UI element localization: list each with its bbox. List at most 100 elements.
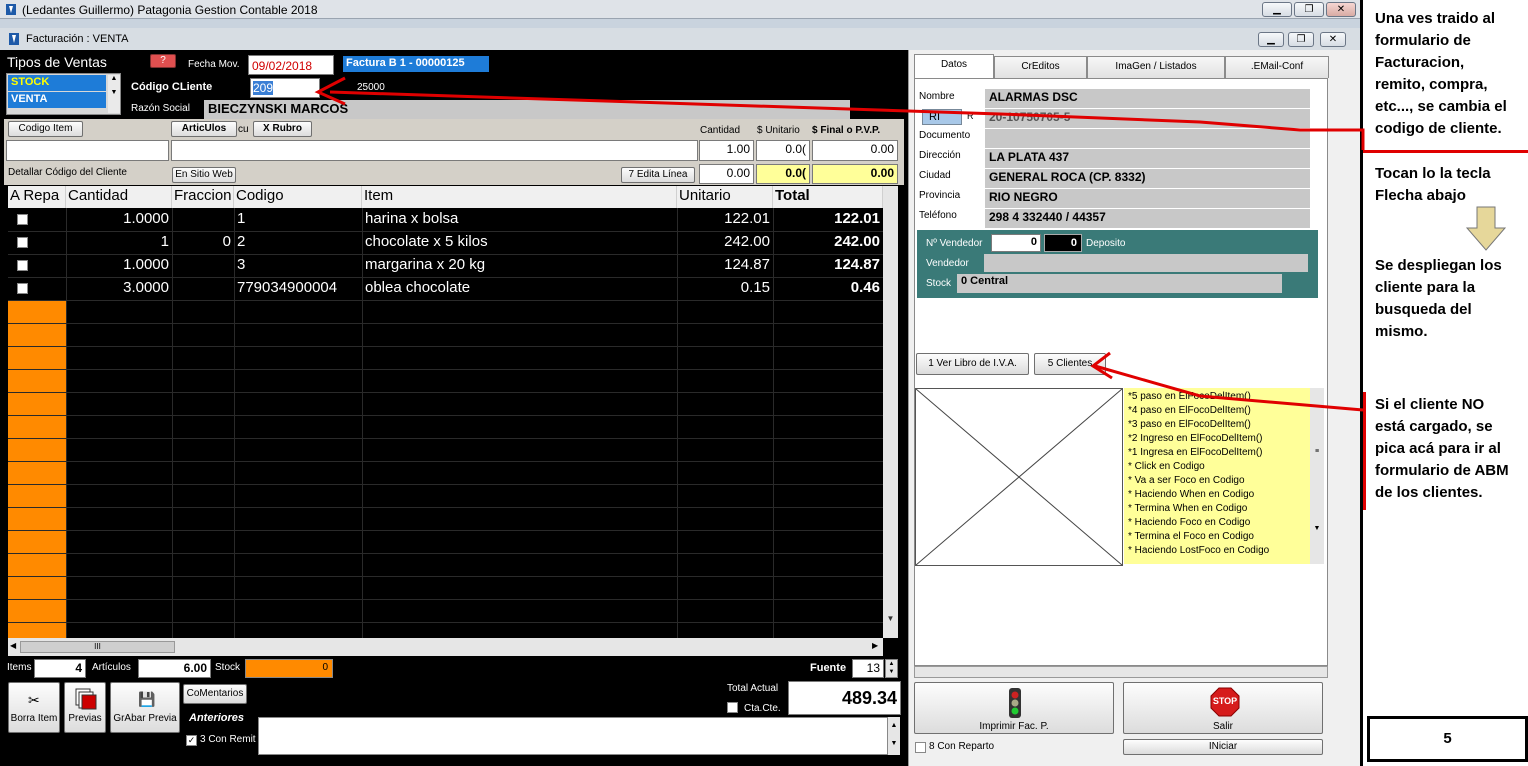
telefono-label: Teléfono: [919, 210, 957, 221]
scroll-left-icon[interactable]: ◀: [10, 641, 16, 650]
col-header-codigo[interactable]: Codigo: [234, 186, 362, 208]
help-button[interactable]: ?: [150, 54, 176, 68]
note-1-line: codigo de cliente.: [1375, 120, 1502, 137]
row-3-item: margarina x 20 kg: [365, 256, 486, 273]
col-header-fraccion[interactable]: Fraccion: [172, 186, 234, 208]
col-header-item[interactable]: Item: [362, 186, 677, 208]
row-3-checkbox[interactable]: [17, 260, 28, 271]
col-header-cantidad[interactable]: Cantidad: [66, 186, 172, 208]
tab-email-conf[interactable]: .EMail-Conf: [1225, 56, 1329, 78]
reparto-checkbox[interactable]: [915, 742, 926, 753]
stock-deposito-label: Stock: [926, 278, 952, 289]
remito-label: 3 Con Remit: [200, 734, 256, 745]
client-image-placeholder: [915, 388, 1123, 566]
edita-linea-button[interactable]: 7 Edita Línea: [621, 167, 695, 183]
log-scrollbar[interactable]: ≡ ▼: [1310, 388, 1324, 564]
salir-button[interactable]: STOP Salir: [1123, 682, 1323, 734]
ver-libro-iva-button[interactable]: 1 Ver Libro de I.V.A.: [916, 353, 1029, 375]
row-2-fraccion: 0: [222, 233, 231, 250]
documento-value: 20-10750705-5: [985, 109, 1310, 128]
grabar-previa-button[interactable]: 💾 GrAbar Previa: [110, 682, 180, 733]
deposito-input[interactable]: 0: [1044, 234, 1082, 252]
close-button[interactable]: ✕: [1326, 2, 1356, 17]
vendedor-no-input[interactable]: 0: [991, 234, 1041, 252]
previas-button[interactable]: Previas: [64, 682, 106, 733]
tab-datos[interactable]: Datos: [914, 54, 994, 78]
documento-label: Documento: [919, 130, 971, 141]
unitario-2-input[interactable]: 0.0(: [756, 164, 810, 184]
row-1-checkbox[interactable]: [17, 214, 28, 225]
rubro-button[interactable]: X Rubro: [253, 121, 312, 137]
previas-label: Previas: [68, 713, 102, 724]
unitario-input[interactable]: 0.0(: [756, 140, 810, 161]
items-count: 4: [34, 659, 86, 678]
panel-hscrollbar[interactable]: [914, 666, 1328, 678]
grid-horizontal-scrollbar[interactable]: ◀ III ▶: [8, 638, 883, 656]
borra-item-button[interactable]: ✂ Borra Item: [8, 682, 60, 733]
fuente-input[interactable]: 13: [852, 659, 884, 678]
salir-label: Salir: [1212, 721, 1233, 732]
minimize-button[interactable]: ▁: [1262, 2, 1292, 17]
codigo-item-input[interactable]: [6, 140, 169, 161]
sitio-web-button[interactable]: En Sitio Web: [172, 167, 236, 183]
child-close-button[interactable]: ✕: [1320, 32, 1346, 47]
items-grid[interactable]: A Repa Cantidad Fraccion Codigo Item Uni…: [8, 186, 883, 638]
col-header-arepa[interactable]: A Repa: [8, 186, 66, 208]
grid-vertical-scrollbar[interactable]: ▼: [883, 186, 898, 638]
codigo-cliente-input[interactable]: 209: [250, 78, 320, 98]
telefono-value: 298 4 332440 / 44357: [985, 209, 1310, 228]
child-restore-button[interactable]: ❐: [1288, 32, 1314, 47]
stock-value: 0: [245, 659, 333, 678]
col-header-unitario[interactable]: Unitario: [677, 186, 773, 208]
final-2-input[interactable]: 0.00: [812, 164, 898, 184]
cantidad-input[interactable]: 1.00: [699, 140, 754, 161]
total-label: Total Actual: [727, 683, 779, 694]
note-4-marker: [1363, 392, 1366, 510]
row-4-checkbox[interactable]: [17, 283, 28, 294]
remito-checkbox[interactable]: ✓: [186, 735, 197, 746]
direccion-value: LA PLATA 437: [985, 149, 1310, 168]
imprimir-button[interactable]: Imprimir Fac. P.: [914, 682, 1114, 734]
tab-creditos[interactable]: CrEditos: [994, 56, 1087, 78]
sales-type-stock[interactable]: STOCK: [8, 75, 106, 91]
iniciar-button[interactable]: INiciar: [1123, 739, 1323, 755]
codigo-item-button[interactable]: Codigo Item: [8, 121, 83, 137]
comentarios-textarea[interactable]: [258, 717, 888, 755]
ctacte-checkbox[interactable]: [727, 702, 738, 713]
reparto-label: 8 Con Reparto: [929, 741, 995, 752]
sales-types-list[interactable]: STOCK VENTA ▲ ▼: [6, 73, 121, 115]
sales-type-venta[interactable]: VENTA: [8, 92, 106, 108]
clientes-button[interactable]: 5 Clientes: [1034, 353, 1106, 375]
note-4: Si el cliente NO está cargado, se pica a…: [1375, 394, 1509, 504]
articulo-descripcion-input[interactable]: [171, 140, 698, 161]
sales-types-scrollbar[interactable]: ▲ ▼: [108, 75, 120, 113]
log-line: *5 paso en ElFocoDelItem(): [1128, 391, 1251, 402]
factura-number: Factura B 1 - 00000125: [343, 56, 489, 72]
provincia-label: Provincia: [919, 190, 961, 201]
comentarios-button[interactable]: CoMentarios: [183, 684, 247, 704]
fuente-spinner[interactable]: ▲ ▼: [885, 659, 898, 678]
log-line: * Haciendo LostFoco en Codigo: [1128, 545, 1270, 556]
tab-imagen-listados[interactable]: ImaGen / Listados: [1087, 56, 1225, 78]
row-2-unitario: 242.00: [724, 233, 770, 250]
articulos-button[interactable]: ArticUlos: [171, 121, 237, 137]
row-4-total: 0.46: [850, 279, 880, 296]
scroll-right-icon[interactable]: ▶: [872, 641, 878, 650]
note-3-line: busqueda del: [1375, 301, 1472, 318]
comentarios-scrollbar[interactable]: ▲ ▼: [888, 717, 900, 755]
cantidad-2-input[interactable]: 0.00: [699, 164, 754, 184]
restore-button[interactable]: ❐: [1294, 2, 1324, 17]
row-2-checkbox[interactable]: [17, 237, 28, 248]
col-header-total[interactable]: Total: [773, 186, 883, 208]
child-minimize-button[interactable]: ▁: [1258, 32, 1284, 47]
fecha-input[interactable]: 09/02/2018: [248, 55, 334, 75]
row-3-total: 124.87: [834, 256, 880, 273]
child-title-bar: Facturación : VENTA ▁ ❐ ✕: [0, 28, 1360, 50]
scroll-thumb[interactable]: III: [20, 641, 175, 653]
documento-blank: [985, 129, 1310, 148]
ctacte-label: Cta.Cte.: [744, 703, 781, 714]
row-2-codigo: 2: [237, 233, 246, 250]
final-input[interactable]: 0.00: [812, 140, 898, 161]
log-line: * Click en Codigo: [1128, 461, 1205, 472]
codigo-cliente-value: 209: [253, 81, 274, 95]
